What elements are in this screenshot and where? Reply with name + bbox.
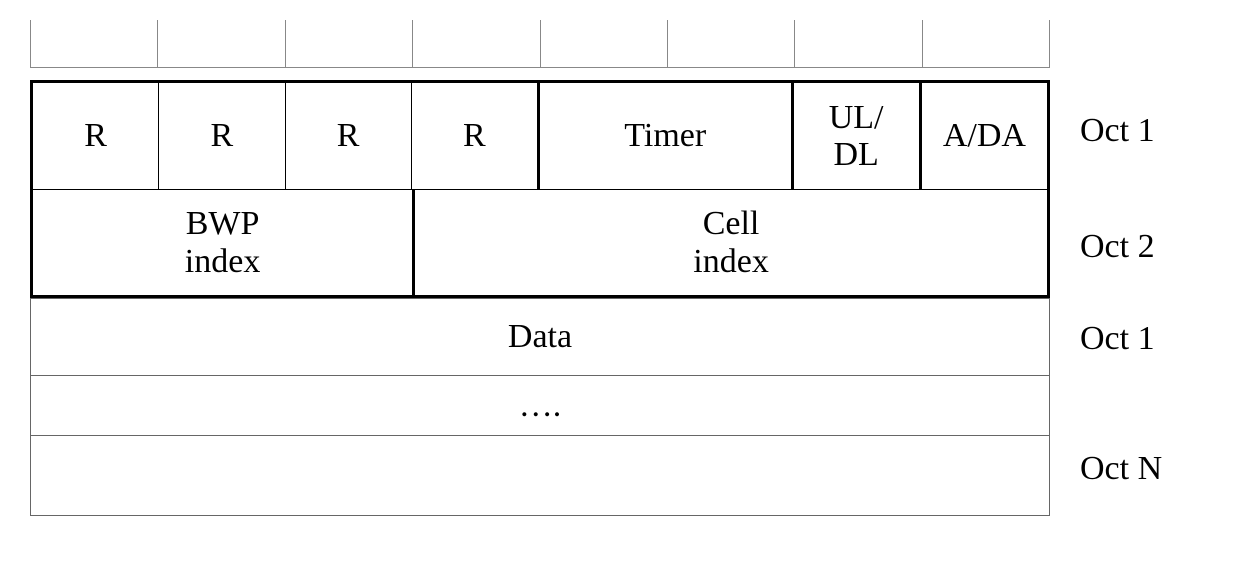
label-oct1-again: Oct 1 <box>1080 320 1155 358</box>
data-row: Data <box>30 298 1050 376</box>
label-oct2: Oct 2 <box>1080 228 1155 266</box>
oct2-row: BWP index Cell index <box>30 190 1050 298</box>
label-oct-n: Oct N <box>1080 450 1162 488</box>
oct-n-row <box>30 436 1050 516</box>
oct1-row: R R R R Timer UL/ DL A/DA <box>30 80 1050 190</box>
diagram: R R R R Timer UL/ DL A/DA BWP index Cell… <box>30 20 1050 516</box>
diagram-wrap: R R R R Timer UL/ DL A/DA BWP index Cell… <box>20 20 1240 516</box>
oct1-uldl: UL/ DL <box>794 83 922 189</box>
data-cell: Data <box>31 299 1049 375</box>
oct2-bwp: BWP index <box>33 190 415 295</box>
oct1-ada: A/DA <box>922 83 1047 189</box>
oct1-r2: R <box>159 83 285 189</box>
bit-ruler <box>30 20 1050 68</box>
oct1-r4: R <box>412 83 540 189</box>
oct1-timer: Timer <box>540 83 794 189</box>
oct1-r3: R <box>286 83 412 189</box>
ellipsis-row: …. <box>30 376 1050 436</box>
oct1-r1: R <box>33 83 159 189</box>
ellipsis-cell: …. <box>31 376 1049 435</box>
label-oct1: Oct 1 <box>1080 112 1155 150</box>
oct2-cell: Cell index <box>415 190 1047 295</box>
oct-n-cell <box>31 436 1049 515</box>
